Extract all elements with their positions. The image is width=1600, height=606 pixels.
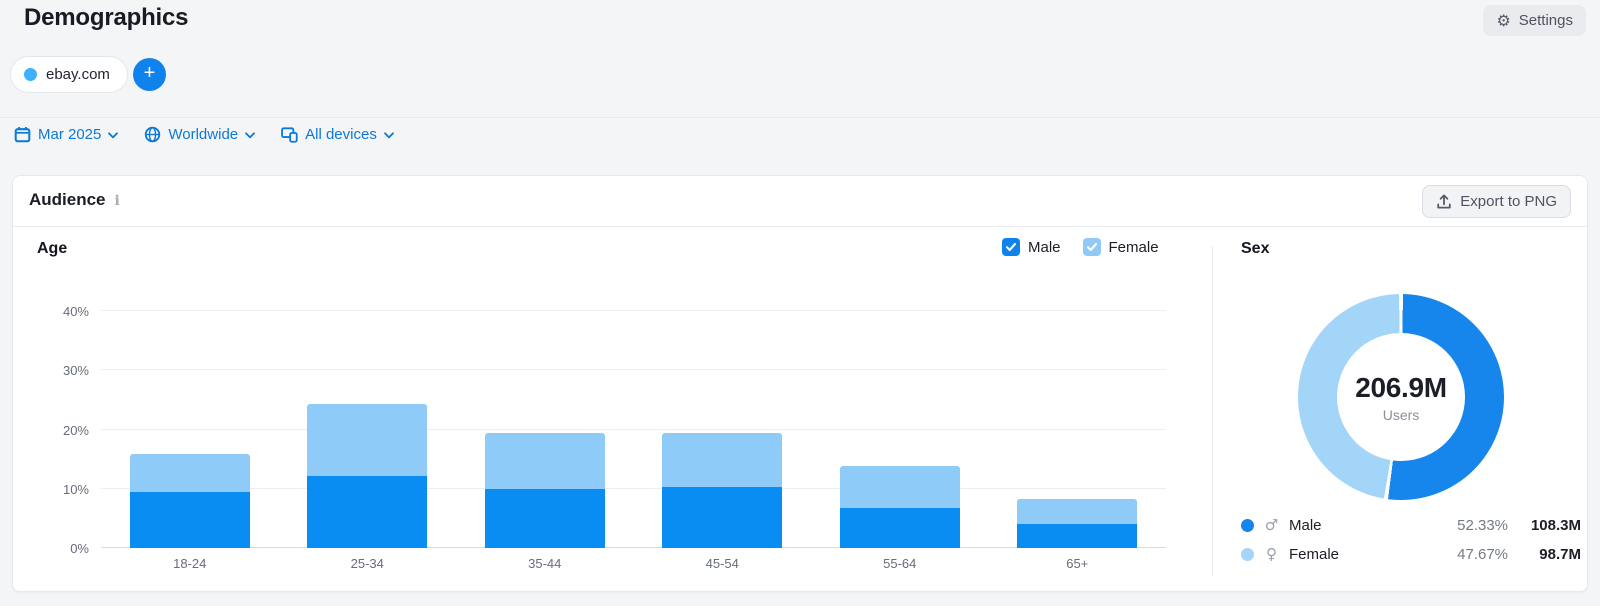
calendar-icon bbox=[14, 126, 31, 143]
globe-icon bbox=[144, 126, 161, 143]
audience-title-text: Audience bbox=[29, 190, 106, 210]
legend-checkbox-female[interactable]: Female bbox=[1083, 238, 1159, 256]
female-dot-icon bbox=[1241, 548, 1254, 561]
bar-female-segment[interactable] bbox=[1017, 499, 1137, 524]
bar-male-segment[interactable] bbox=[840, 508, 960, 548]
date-filter[interactable]: Mar 2025 bbox=[14, 126, 118, 143]
bars bbox=[101, 311, 1166, 548]
region-filter-label: Worldwide bbox=[168, 126, 238, 143]
donut-total-label: Users bbox=[1383, 407, 1420, 423]
sex-donut: 206.9M Users bbox=[1298, 294, 1504, 500]
domain-label: ebay.com bbox=[46, 66, 110, 83]
x-axis-labels: 18-2425-3435-4445-5455-6465+ bbox=[101, 556, 1166, 571]
male-dot-icon bbox=[1241, 519, 1254, 532]
bar-group-55-64 bbox=[811, 311, 989, 548]
bar-female-segment[interactable] bbox=[307, 404, 427, 476]
legend-checkbox-label: Female bbox=[1109, 239, 1159, 256]
audience-card-header: Audience i Export to PNG bbox=[13, 176, 1587, 227]
y-axis-tick: 20% bbox=[35, 423, 89, 438]
sex-legend-percent: 47.67% bbox=[1457, 546, 1508, 563]
settings-button[interactable]: ⚙ Settings bbox=[1483, 5, 1586, 36]
chevron-down-icon bbox=[384, 132, 394, 139]
bar-female-segment[interactable] bbox=[485, 433, 605, 489]
sex-legend-row-female[interactable]: ♀ Female 47.67% 98.7M bbox=[1241, 541, 1581, 567]
export-icon bbox=[1436, 194, 1452, 210]
settings-button-label: Settings bbox=[1519, 12, 1573, 29]
page-title: Demographics bbox=[24, 4, 188, 32]
section-divider bbox=[1212, 246, 1213, 576]
export-to-png-button[interactable]: Export to PNG bbox=[1422, 185, 1571, 218]
bar-male-segment[interactable] bbox=[1017, 524, 1137, 548]
demographics-page: Demographics ⚙ Settings ebay.com + Mar 2… bbox=[0, 0, 1600, 606]
x-axis-label: 25-34 bbox=[279, 556, 457, 571]
male-symbol-icon: ♂ bbox=[1263, 516, 1280, 534]
devices-filter[interactable]: All devices bbox=[281, 126, 394, 143]
bar-group-45-54 bbox=[634, 311, 812, 548]
date-filter-label: Mar 2025 bbox=[38, 126, 101, 143]
bar-female-segment[interactable] bbox=[662, 433, 782, 487]
donut-center: 206.9M Users bbox=[1337, 333, 1465, 461]
sex-legend-value: 108.3M bbox=[1517, 517, 1581, 534]
bar-group-25-34 bbox=[279, 311, 457, 548]
audience-title: Audience i bbox=[29, 190, 120, 210]
sex-legend: ♂ Male 52.33% 108.3M ♀ Female 47.67% 98.7M bbox=[1241, 512, 1581, 567]
x-axis-label: 18-24 bbox=[101, 556, 279, 571]
audience-card: Audience i Export to PNG Age MaleFemale … bbox=[12, 175, 1588, 592]
export-button-label: Export to PNG bbox=[1460, 193, 1557, 210]
bar-group-18-24 bbox=[101, 311, 279, 548]
info-icon[interactable]: i bbox=[115, 193, 120, 209]
age-legend: Male Female bbox=[1002, 238, 1159, 256]
sex-legend-row-male[interactable]: ♂ Male 52.33% 108.3M bbox=[1241, 512, 1581, 538]
bar-male-segment[interactable] bbox=[485, 489, 605, 548]
bar-group-65+ bbox=[989, 311, 1167, 548]
chevron-down-icon bbox=[108, 132, 118, 139]
bar-male-segment[interactable] bbox=[307, 476, 427, 548]
female-symbol-icon: ♀ bbox=[1263, 545, 1280, 563]
domain-dot-icon bbox=[24, 68, 37, 81]
add-competitor-button[interactable]: + bbox=[133, 58, 166, 91]
y-axis-tick: 10% bbox=[35, 482, 89, 497]
x-axis-label: 65+ bbox=[989, 556, 1167, 571]
bar-male-segment[interactable] bbox=[130, 492, 250, 548]
legend-checkbox-label: Male bbox=[1028, 239, 1061, 256]
sex-section-title: Sex bbox=[1241, 240, 1269, 258]
gear-icon: ⚙ bbox=[1496, 13, 1510, 29]
sex-legend-value: 98.7M bbox=[1517, 546, 1581, 563]
sex-legend-percent: 52.33% bbox=[1457, 517, 1508, 534]
bar-male-segment[interactable] bbox=[662, 487, 782, 548]
sex-legend-label: Male bbox=[1289, 517, 1322, 534]
sex-legend-label: Female bbox=[1289, 546, 1339, 563]
filters-row: Mar 2025 Worldwide All devices bbox=[14, 121, 394, 148]
donut-total-users: 206.9M bbox=[1355, 372, 1447, 404]
devices-filter-label: All devices bbox=[305, 126, 377, 143]
checkbox-male-icon[interactable] bbox=[1002, 238, 1020, 256]
y-axis-tick: 40% bbox=[35, 304, 89, 319]
age-plot: 0%10%20%30%40% bbox=[101, 311, 1166, 548]
bar-female-segment[interactable] bbox=[840, 466, 960, 508]
bar-group-35-44 bbox=[456, 311, 634, 548]
bar-female-segment[interactable] bbox=[130, 454, 250, 492]
domain-pill[interactable]: ebay.com bbox=[10, 56, 128, 93]
chevron-down-icon bbox=[245, 132, 255, 139]
checkbox-female-icon[interactable] bbox=[1083, 238, 1101, 256]
region-filter[interactable]: Worldwide bbox=[144, 126, 255, 143]
y-axis-tick: 30% bbox=[35, 363, 89, 378]
x-axis-label: 55-64 bbox=[811, 556, 989, 571]
x-axis-label: 35-44 bbox=[456, 556, 634, 571]
y-axis-tick: 0% bbox=[35, 541, 89, 556]
age-section-title: Age bbox=[37, 240, 67, 258]
x-axis-label: 45-54 bbox=[634, 556, 812, 571]
header-divider bbox=[0, 117, 1600, 118]
devices-icon bbox=[281, 126, 298, 143]
legend-checkbox-male[interactable]: Male bbox=[1002, 238, 1061, 256]
